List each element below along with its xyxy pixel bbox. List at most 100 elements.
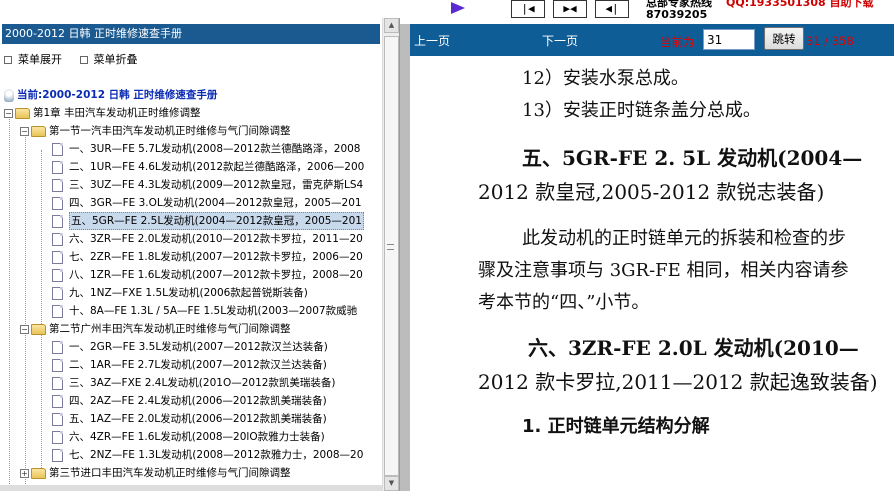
document-icon: [52, 376, 63, 390]
tree-item[interactable]: 二、1UR—FE 4.6L发动机(2012款起兰德酷路泽，2006—200: [52, 158, 364, 176]
expand-all-button[interactable]: 菜单展开: [4, 52, 62, 68]
scroll-up-arrow-icon[interactable]: ▲: [384, 18, 399, 33]
tree-item[interactable]: 一、3UR—FE 5.7L发动机(2008—2012款兰德酷路泽，2008: [52, 140, 360, 158]
expand-plus-icon[interactable]: +: [20, 468, 29, 478]
tree-label: 二、1UR—FE 4.6L发动机(2012款起兰德酷路泽，2006—200: [69, 161, 365, 173]
tree-label: 一、3UR—FE 5.7L发动机(2008—2012款兰德酷路泽，2008: [69, 143, 361, 155]
document-icon: [52, 412, 63, 426]
doc-line: 12）安装水泵总成。: [522, 68, 689, 89]
tree-folder[interactable]: − 第一节一汽丰田汽车发动机正时维修与气门间隙调整: [20, 122, 291, 140]
jump-button[interactable]: 跳转: [764, 27, 804, 50]
collapse-icon: [79, 56, 88, 64]
tree-folder[interactable]: + 第三节进口丰田汽车发动机正时维修与气门间隙调整: [20, 464, 291, 482]
folder-icon: [31, 323, 46, 335]
tree-label: 七、2NZ—FE 1.3L发动机(2008—2012款雅力士，2008—20: [69, 449, 364, 461]
document-icon: [52, 250, 63, 264]
tree-scrollbar[interactable]: ▲ ▼: [382, 18, 399, 491]
first-page-icon[interactable]: |◀: [511, 0, 545, 18]
tree-item[interactable]: 七、2ZR—FE 1.8L发动机(2007—2012款卡罗拉，2006—20: [52, 248, 363, 266]
document-page: 12）安装水泵总成。 13）安装正时链条盖分总成。 五、5GR-FE 2. 5L…: [410, 56, 894, 491]
tree-item[interactable]: 三、3UZ—FE 4.3L发动机(2009—2012款皇冠，雷克萨斯LS4: [52, 176, 363, 194]
hotline-phone: 87039205: [646, 8, 708, 21]
tree-label: 五、5GR—FE 2.5L发动机(2004—2012款皇冠，2005—201: [69, 212, 364, 230]
tree-label: 四、3GR—FE 3.OL发动机(2004—2012款皇冠，2005—201: [69, 197, 362, 209]
horizontal-scrollbar[interactable]: [0, 485, 382, 491]
panel-title: 2000-2012 日韩 正时维修速查手册: [2, 24, 380, 44]
doc-line: 13）安装正时链条盖分总成。: [522, 100, 761, 121]
document-icon: [52, 430, 63, 444]
tree-current-root[interactable]: 当前:2000-2012 日韩 正时维修速查手册: [4, 86, 217, 104]
tree-label: 第1章 丰田汽车发动机正时维修调整: [33, 107, 201, 119]
tree-item[interactable]: 九、1NZ—FXE 1.5L发动机(2006款起普锐斯装备): [52, 284, 308, 302]
scroll-down-arrow-icon[interactable]: ▼: [384, 476, 399, 491]
tree-item[interactable]: 七、2NZ—FE 1.3L发动机(2008—2012款雅力士，2008—20: [52, 446, 363, 464]
lightbulb-icon: [4, 88, 14, 102]
section-heading-cont: 2012 款皇冠,2005-2012 款锐志装备): [478, 180, 825, 204]
tree-label: 九、1NZ—FXE 1.5L发动机(2006款起普锐斯装备): [69, 287, 308, 299]
tree-label: 三、3AZ—FXE 2.4L发动机(201O—2012款凯美瑞装备): [69, 377, 336, 389]
tree-label: 一、2GR—FE 3.5L发动机(2007—2012款汉兰达装备): [69, 341, 328, 353]
tree-item[interactable]: 六、3ZR—FE 2.0L发动机(2010—2012款卡罗拉，2011—20: [52, 230, 363, 248]
folder-icon: [31, 467, 46, 479]
tree-item[interactable]: 四、3GR—FE 3.OL发动机(2004—2012款皇冠，2005—201: [52, 194, 362, 212]
page-number-input[interactable]: [703, 29, 755, 50]
section-heading: 六、3ZR-FE 2.0L 发动机(2010—: [528, 336, 859, 360]
document-icon: [52, 394, 63, 408]
tree-item[interactable]: 一、2GR—FE 3.5L发动机(2007—2012款汉兰达装备): [52, 338, 328, 356]
tree-label: 八、1ZR—FE 1.6L发动机(2007—2012款卡罗拉，2008—20: [69, 269, 363, 281]
page-nav-bar: 上一页 下一页 当前为 跳转 31 / 358: [410, 24, 894, 56]
folder-icon: [15, 107, 30, 119]
folder-icon: [31, 125, 46, 137]
prev-page-icon[interactable]: ▶◀: [553, 0, 587, 18]
current-page-label: 当前为: [660, 35, 695, 49]
tree-label: 三、3UZ—FE 4.3L发动机(2009—2012款皇冠，雷克萨斯LS4: [69, 179, 364, 191]
next-page-link[interactable]: 下一页: [542, 32, 578, 49]
tree-item[interactable]: 五、1AZ—FE 2.0L发动机(2006—2012款凯美瑞装备): [52, 410, 327, 428]
document-icon: [52, 448, 63, 462]
tree-folder[interactable]: − 第1章 丰田汽车发动机正时维修调整: [4, 104, 201, 122]
tree-label: 二、1AR—FE 2.7L发动机(2007—2012款汉兰达装备): [69, 359, 327, 371]
tree-item[interactable]: 六、4ZR—FE 1.6L发动机(2008—20lO款雅力士装备): [52, 428, 325, 446]
tree-item[interactable]: 四、2AZ—FE 2.4L发动机(2006—2012款凯美瑞装备): [52, 392, 327, 410]
tree-item[interactable]: 三、3AZ—FXE 2.4L发动机(201O—2012款凯美瑞装备): [52, 374, 336, 392]
document-icon: [52, 160, 63, 174]
document-icon: [52, 268, 63, 282]
tree-label: 七、2ZR—FE 1.8L发动机(2007—2012款卡罗拉，2006—20: [69, 251, 363, 263]
tree-label: 第二节广州丰田汽车发动机正时维修与气门间隙调整: [49, 323, 291, 335]
tree-label: 第一节一汽丰田汽车发动机正时维修与气门间隙调整: [49, 125, 291, 137]
tree-item[interactable]: 八、1ZR—FE 1.6L发动机(2007—2012款卡罗拉，2008—20: [52, 266, 363, 284]
section-heading-cont: 2012 款卡罗拉,2011—2012 款起逸致装备): [478, 370, 878, 394]
chapter-tree: 当前:2000-2012 日韩 正时维修速查手册 − 第1章 丰田汽车发动机正时维…: [0, 84, 382, 491]
document-icon: [52, 142, 63, 156]
qq-contact-link[interactable]: QQ:1933501308 自助下载: [726, 0, 873, 10]
back-icon[interactable]: ◀|: [595, 0, 629, 18]
tree-label: 十、8A—FE 1.3L / 5A—FE 1.5L发动机(2003—2007款威…: [69, 305, 358, 317]
tree-item[interactable]: 五、5GR—FE 2.5L发动机(2004—2012款皇冠，2005—201: [52, 212, 364, 230]
chapter-tree-panel: 2000-2012 日韩 正时维修速查手册 菜单展开 菜单折叠 当前:2000-…: [0, 18, 400, 491]
document-icon: [52, 304, 63, 318]
doc-line: 骤及注意事项与 3GR-FE 相同，相关内容请参: [478, 260, 849, 281]
document-icon: [52, 178, 63, 192]
expand-icon: [4, 56, 12, 64]
tree-label: 五、1AZ—FE 2.0L发动机(2006—2012款凯美瑞装备): [69, 413, 327, 425]
tree-label: 四、2AZ—FE 2.4L发动机(2006—2012款凯美瑞装备): [69, 395, 327, 407]
doc-line: 考本节的“四、”小节。: [478, 292, 650, 313]
collapse-minus-icon[interactable]: −: [4, 108, 13, 118]
tree-item[interactable]: 十、8A—FE 1.3L / 5A—FE 1.5L发动机(2003—2007款威…: [52, 302, 357, 320]
collapse-minus-icon[interactable]: −: [20, 126, 29, 136]
tree-folder[interactable]: − 第二节广州丰田汽车发动机正时维修与气门间隙调整: [20, 320, 291, 338]
collapse-minus-icon[interactable]: −: [20, 324, 29, 334]
document-icon: [52, 196, 63, 210]
document-icon: [52, 232, 63, 246]
subsection-heading: 1. 正时链单元结构分解: [522, 416, 710, 437]
collapse-all-button[interactable]: 菜单折叠: [79, 52, 138, 68]
tree-label: 六、4ZR—FE 1.6L发动机(2008—20lO款雅力士装备): [69, 431, 325, 443]
document-icon: [52, 340, 63, 354]
prev-page-link[interactable]: 上一页: [414, 32, 450, 49]
scrollbar-grip-icon: [387, 244, 394, 250]
scrollbar-thumb[interactable]: [384, 36, 399, 476]
panel-splitter[interactable]: [400, 18, 410, 491]
tree-item[interactable]: 二、1AR—FE 2.7L发动机(2007—2012款汉兰达装备): [52, 356, 327, 374]
page-count: 31 / 358: [806, 34, 854, 48]
doc-line: 此发动机的正时链单元的拆装和检查的步: [522, 228, 846, 249]
